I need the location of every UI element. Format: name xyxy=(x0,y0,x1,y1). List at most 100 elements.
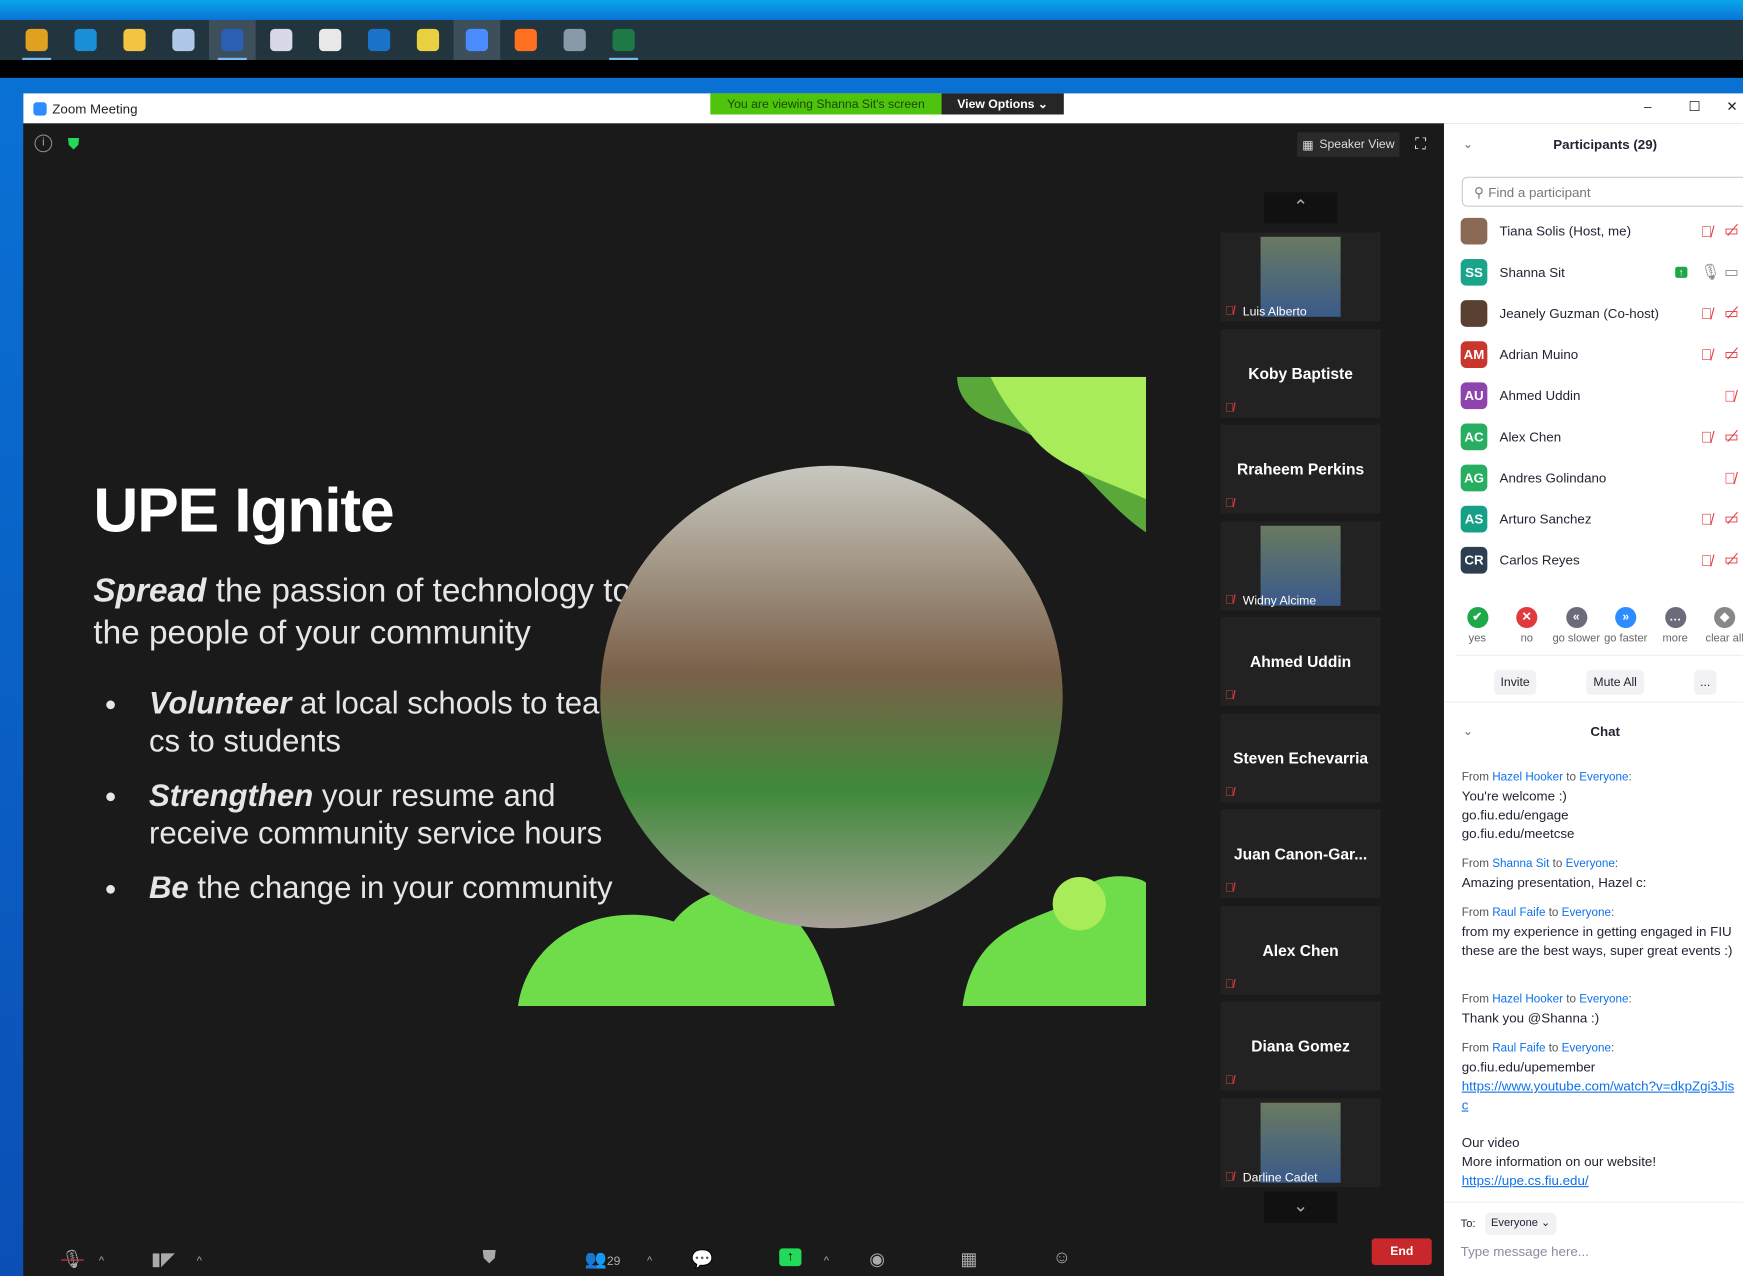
record-button[interactable]: ◉ xyxy=(869,1248,885,1270)
reaction-label: no xyxy=(1520,632,1533,645)
muted-mic-icon[interactable]: 🎙̸ xyxy=(1701,427,1713,445)
participant-row[interactable]: Jeanely Guzman (Co-host) 🎙̸ ▭̸ xyxy=(1460,292,1743,333)
chat-sender[interactable]: Raul Faife xyxy=(1492,906,1545,919)
security-button[interactable]: ⛊ xyxy=(482,1248,495,1268)
video-tile[interactable]: 🎙̸ Luis Alberto xyxy=(1220,232,1381,322)
video-tile[interactable]: Juan Canon-Gar... 🎙̸ xyxy=(1220,809,1381,899)
view-options-button[interactable]: View Options ⌄ xyxy=(941,93,1064,115)
fullscreen-icon[interactable]: ⛶ xyxy=(1415,135,1426,154)
chat-sender[interactable]: Shanna Sit xyxy=(1492,857,1549,870)
participant-row[interactable]: AG Andres Golindano 🎙̸ xyxy=(1460,457,1743,498)
camera-icon[interactable]: ▭ xyxy=(1724,262,1739,281)
participant-search-input[interactable]: ⚲ Find a participant xyxy=(1461,176,1743,207)
reactions-button[interactable]: ☺ xyxy=(1053,1248,1071,1268)
tile-name: Luis Alberto xyxy=(1242,305,1307,320)
reaction-clear-all-button[interactable]: ◆ clear all xyxy=(1700,606,1743,645)
share-caret[interactable]: ^ xyxy=(824,1255,829,1267)
reaction-icon: ✔ xyxy=(1466,606,1488,629)
reaction-yes-button[interactable]: ✔ yes xyxy=(1453,606,1502,645)
tile-name: Ahmed Uddin xyxy=(1250,652,1352,671)
maximize-button[interactable]: ☐ xyxy=(1689,99,1701,115)
taskbar-edge-icon[interactable] xyxy=(62,20,109,60)
video-off-icon[interactable]: ▭̸ xyxy=(1724,550,1739,569)
taskbar-paint-icon[interactable] xyxy=(258,20,305,60)
chat-recipient: Everyone xyxy=(1579,770,1629,784)
share-screen-button[interactable]: ↑ xyxy=(779,1248,802,1267)
unmute-button[interactable]: 🎙 xyxy=(61,1248,84,1270)
video-tile[interactable]: Alex Chen 🎙̸ xyxy=(1220,905,1381,995)
chat-sender[interactable]: Raul Faife xyxy=(1492,1042,1545,1055)
chat-to-label: To: xyxy=(1460,1218,1476,1231)
close-button[interactable]: ✕ xyxy=(1726,99,1737,115)
tile-name: Widny Alcime xyxy=(1242,594,1317,608)
muted-mic-icon[interactable]: 🎙̸ xyxy=(1701,551,1713,569)
chat-sender[interactable]: Hazel Hooker xyxy=(1492,993,1563,1006)
minimize-button[interactable]: – xyxy=(1644,99,1651,115)
video-tile[interactable]: Rraheem Perkins 🎙̸ xyxy=(1220,424,1381,514)
participant-row[interactable]: Tiana Solis (Host, me) 🎙̸ ▭̸ xyxy=(1460,210,1743,251)
scroll-down-button[interactable]: ⌄ xyxy=(1263,1191,1338,1223)
participants-button[interactable]: 👥29 xyxy=(585,1248,621,1270)
taskbar-outlook-icon[interactable] xyxy=(356,20,403,60)
muted-mic-icon: 🎙̸ xyxy=(1224,977,1235,992)
participants-caret[interactable]: ^ xyxy=(647,1255,652,1267)
reaction-label: go slower xyxy=(1552,632,1601,645)
muted-mic-icon[interactable]: 🎙̸ xyxy=(1701,304,1713,322)
taskbar-word-icon[interactable] xyxy=(208,20,256,61)
taskbar-chrome-icon[interactable] xyxy=(13,20,60,61)
participant-row[interactable]: AU Ahmed Uddin 🎙̸ xyxy=(1460,375,1743,416)
chat-line: Amazing presentation, Hazel c: xyxy=(1461,874,1647,891)
participant-row[interactable]: AS Arturo Sanchez 🎙̸ ▭̸ xyxy=(1460,498,1743,539)
mic-icon[interactable]: 🎙 xyxy=(1701,262,1721,281)
chat-sender[interactable]: Hazel Hooker xyxy=(1492,770,1563,783)
end-meeting-button[interactable]: End xyxy=(1371,1238,1432,1266)
audio-options-caret[interactable]: ^ xyxy=(99,1255,104,1267)
desktop-strip xyxy=(0,60,1743,78)
muted-mic-icon[interactable]: 🎙̸ xyxy=(1701,510,1713,528)
participant-row[interactable]: CR Carlos Reyes 🎙̸ ▭̸ xyxy=(1460,539,1743,580)
taskbar-excel-icon[interactable] xyxy=(600,20,647,61)
video-tile[interactable]: Koby Baptiste 🎙̸ xyxy=(1220,328,1381,418)
reaction-more-button[interactable]: … more xyxy=(1651,606,1700,645)
video-tile[interactable]: Steven Echevarria 🎙̸ xyxy=(1220,713,1381,803)
chat-button[interactable]: 💬 xyxy=(691,1248,713,1270)
scroll-up-button[interactable]: ⌃ xyxy=(1263,192,1338,224)
video-tile[interactable]: Diana Gomez 🎙̸ xyxy=(1220,1001,1381,1091)
participant-row[interactable]: SS Shanna Sit ↑ 🎙 ▭ xyxy=(1460,251,1743,292)
muted-mic-icon[interactable]: 🎙̸ xyxy=(1701,345,1713,363)
taskbar-firefox-icon[interactable] xyxy=(502,20,549,60)
taskbar-zoom-icon[interactable] xyxy=(453,20,501,61)
video-options-caret[interactable]: ^ xyxy=(197,1255,202,1267)
chat-message-input[interactable]: Type message here... xyxy=(1461,1244,1589,1260)
reaction-go-faster-button[interactable]: » go faster xyxy=(1601,606,1650,645)
start-video-button[interactable]: ▮◤ xyxy=(151,1248,174,1270)
video-tile[interactable]: 🎙̸ Darline Cadet xyxy=(1220,1097,1381,1187)
taskbar-snipping-icon[interactable] xyxy=(307,20,354,60)
reaction-go-slower-button[interactable]: « go slower xyxy=(1552,606,1601,645)
video-off-icon[interactable]: ▭̸ xyxy=(1724,303,1739,322)
video-off-icon[interactable]: ▭̸ xyxy=(1724,221,1739,240)
muted-mic-icon[interactable]: 🎙̸ xyxy=(1724,386,1736,404)
chat-link[interactable]: https://upe.cs.fiu.edu/ xyxy=(1462,1172,1740,1191)
muted-mic-icon[interactable]: 🎙̸ xyxy=(1701,222,1713,240)
chat-recipient-dropdown[interactable]: Everyone ⌄ xyxy=(1485,1212,1557,1235)
video-off-icon[interactable]: ▭̸ xyxy=(1724,345,1739,364)
taskbar-calculator-icon[interactable] xyxy=(551,20,598,60)
video-tile[interactable]: Ahmed Uddin 🎙̸ xyxy=(1220,616,1381,706)
mute-all-button[interactable]: Mute All xyxy=(1586,670,1645,695)
more-options-button[interactable]: ... xyxy=(1694,670,1717,695)
video-off-icon[interactable]: ▭̸ xyxy=(1724,509,1739,528)
participant-row[interactable]: AM Adrian Muino 🎙̸ ▭̸ xyxy=(1460,333,1743,374)
taskbar-file-explorer-icon[interactable] xyxy=(111,20,158,60)
taskbar-network-icon[interactable] xyxy=(405,20,452,60)
reaction-no-button[interactable]: ✕ no xyxy=(1502,606,1551,645)
taskbar-virtualbox-icon[interactable] xyxy=(160,20,207,60)
video-tile[interactable]: 🎙̸ Widny Alcime xyxy=(1220,520,1381,610)
chat-link[interactable]: https://www.youtube.com/watch?v=dkpZgi3J… xyxy=(1462,1077,1740,1115)
breakout-rooms-button[interactable]: ▦ xyxy=(960,1248,977,1270)
muted-mic-icon[interactable]: 🎙̸ xyxy=(1724,469,1736,487)
invite-button[interactable]: Invite xyxy=(1494,670,1537,695)
speaker-view-button[interactable]: ▦ Speaker View xyxy=(1297,132,1400,157)
participant-row[interactable]: AC Alex Chen 🎙̸ ▭̸ xyxy=(1460,416,1743,457)
video-off-icon[interactable]: ▭̸ xyxy=(1724,427,1739,446)
